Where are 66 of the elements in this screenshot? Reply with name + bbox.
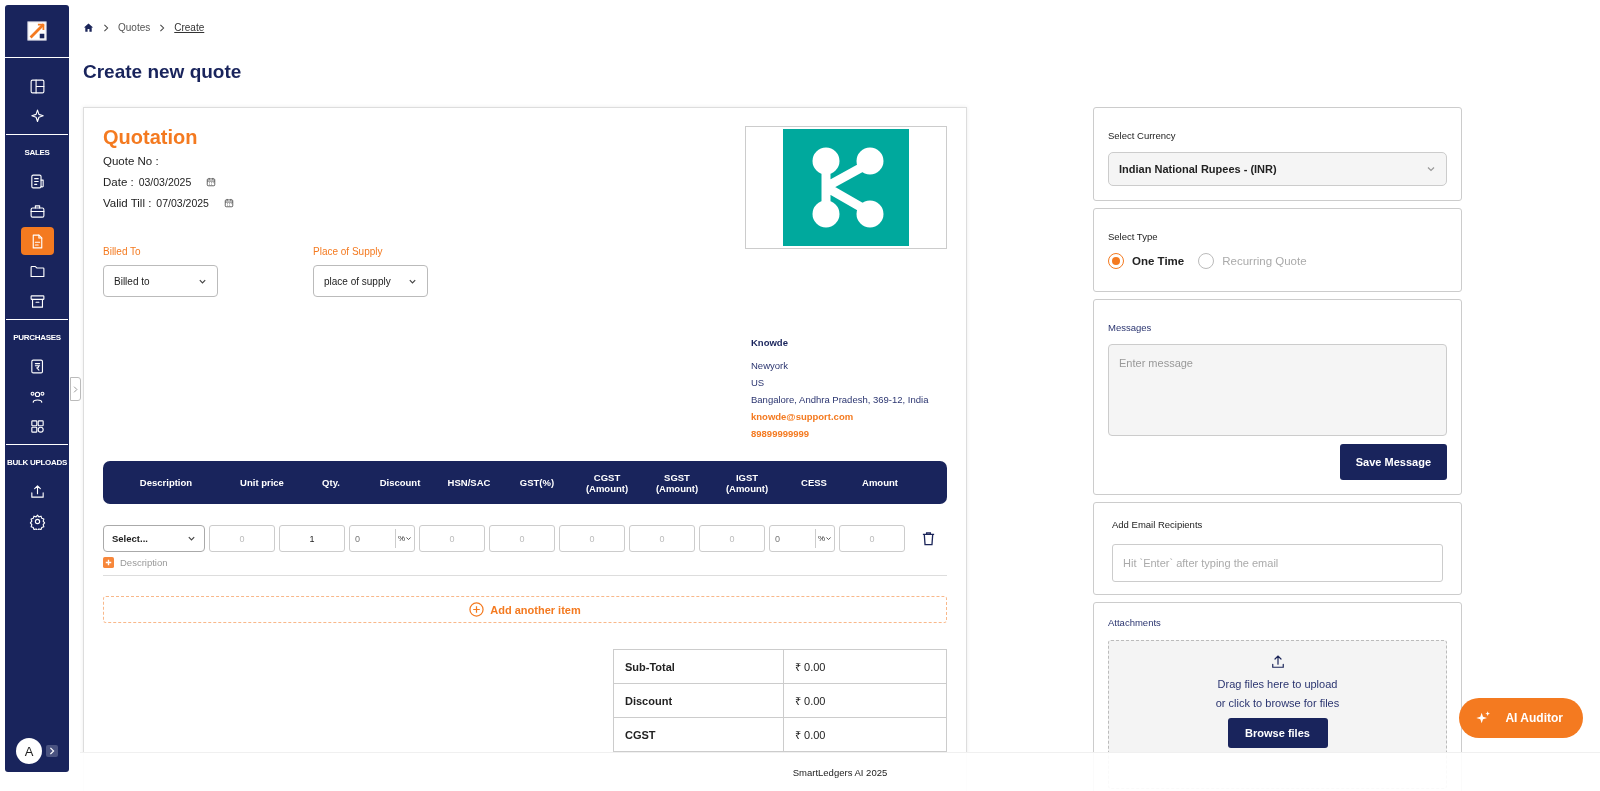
field-label: Select Currency	[1108, 130, 1177, 141]
drop-zone-text: or click to browse for files	[1215, 697, 1340, 709]
column-heading: GST(%)	[518, 477, 556, 488]
dropdown[interactable]: place of supply	[313, 265, 428, 297]
input-field[interactable]: 0	[489, 525, 555, 552]
field-label: Attachments	[1108, 617, 1162, 628]
page-title: Create new quote	[83, 61, 243, 83]
totals-value-cell-text: ₹ 0.00	[794, 660, 827, 674]
company-address-line: US	[751, 377, 766, 388]
date-field[interactable]: 03/03/2025	[138, 176, 192, 188]
date-label: Date :	[103, 176, 134, 188]
message-field[interactable]: Enter message	[1108, 344, 1447, 436]
input-field[interactable]: 0 %	[769, 525, 835, 552]
quotation-heading: Quotation	[103, 126, 199, 149]
input-field[interactable]: 0 %	[349, 525, 415, 552]
column-heading: Unit price	[239, 477, 285, 488]
input-field[interactable]: 0	[699, 525, 765, 552]
input-field[interactable]: 0	[839, 525, 905, 552]
field-label: Billed To	[103, 246, 142, 257]
field-label: Place of Supply	[313, 246, 384, 257]
column-heading: IGST (Amount)	[724, 471, 770, 494]
sidebar-section-label: BULK UPLOADS	[7, 458, 67, 467]
radio-option[interactable]: One Time	[1108, 253, 1185, 269]
company-address-line: Bangalore, Andhra Pradesh, 369-12, India	[751, 394, 930, 405]
input-field[interactable]: 1	[279, 525, 345, 552]
date-label: Valid Till :	[103, 197, 152, 209]
input-field[interactable]: 0	[209, 525, 275, 552]
company-name: Knowde	[751, 337, 789, 348]
field-label: Add Email Recipients	[1112, 519, 1204, 530]
field-label: Messages	[1108, 322, 1153, 333]
totals-value-cell-text: ₹ 0.00	[794, 694, 827, 708]
sidebar-section-label: PURCHASES	[13, 333, 61, 342]
unit-select[interactable]: %	[394, 529, 414, 548]
date-field[interactable]: 07/03/2025	[156, 197, 209, 209]
totals-value-cell-text: ₹ 0.00	[794, 728, 827, 742]
browse-files-button[interactable]: Browse files	[1227, 718, 1328, 748]
footer-text: SmartLedgers AI 2025	[792, 766, 888, 778]
column-heading: Discount	[378, 477, 422, 488]
column-heading: Description	[138, 477, 194, 488]
column-heading: HSN/SAC	[446, 477, 492, 488]
totals-label-cell: CGST	[614, 718, 784, 751]
company-phone: 89899999999	[751, 428, 811, 439]
input-field[interactable]: 0	[559, 525, 625, 552]
user-avatar[interactable]: A	[16, 738, 42, 764]
totals-label-cell: Sub-Total	[614, 650, 784, 683]
input-field[interactable]: 0	[629, 525, 695, 552]
column-heading: Amount	[861, 477, 899, 488]
company-address-line: Newyork	[751, 360, 789, 371]
unit-select[interactable]: %	[814, 529, 834, 548]
breadcrumb-link[interactable]: Quotes	[118, 22, 151, 33]
field-label: Select Type	[1108, 231, 1159, 242]
drop-zone-text: Drag files here to upload	[1217, 678, 1338, 690]
save-message-button[interactable]: Save Message	[1339, 444, 1447, 480]
quote-number-label: Quote No :	[103, 155, 160, 167]
email-field[interactable]: Hit `Enter` after typing the email	[1112, 544, 1443, 582]
input-field[interactable]: 0	[419, 525, 485, 552]
product-select[interactable]: Select...	[103, 525, 205, 552]
totals-label-cell: Discount	[614, 684, 784, 717]
currency-dropdown[interactable]: Indian National Rupees - (INR)	[1108, 152, 1447, 186]
column-heading: CESS	[800, 477, 828, 488]
column-heading: SGST (Amount)	[654, 471, 700, 494]
breadcrumb-link[interactable]: Create	[174, 22, 205, 33]
column-heading: CGST (Amount)	[584, 471, 630, 494]
sidebar-section-label: SALES	[24, 148, 50, 157]
dropdown[interactable]: Billed to	[103, 265, 218, 297]
column-heading: Qty.	[321, 477, 341, 488]
